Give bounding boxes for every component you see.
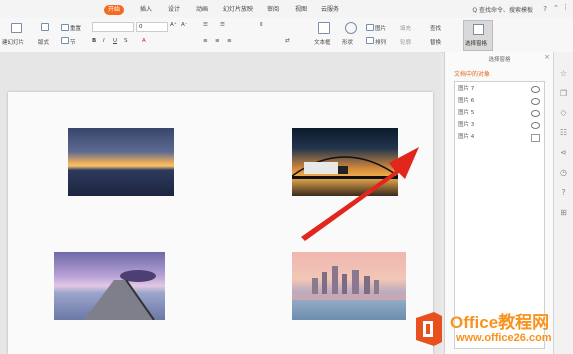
bullets-icon[interactable]: ☰ — [203, 22, 208, 28]
selection-pane-title: 选择窗格 — [488, 57, 511, 63]
reset-button[interactable]: 重置 — [70, 24, 81, 32]
section-button[interactable]: 节 — [70, 38, 76, 46]
tab-home[interactable]: 开始 — [104, 5, 125, 15]
help-icon[interactable]: ? — [543, 5, 547, 13]
object-name: 图片 4 — [458, 134, 475, 140]
selection-pane-icon — [473, 24, 484, 35]
tab-review[interactable]: 审阅 — [267, 5, 279, 15]
shape-icon[interactable]: ◇ — [559, 108, 568, 117]
red-arrow — [301, 147, 419, 241]
tab-cloud[interactable]: 云服务 — [321, 5, 339, 15]
replace-button[interactable]: 替换 — [430, 38, 441, 46]
picture-pier[interactable] — [54, 252, 165, 320]
minimize-icon[interactable]: ⌃ — [553, 4, 559, 12]
new-slide-button[interactable]: 建幻灯片 — [2, 38, 24, 46]
shape-button[interactable]: 形状 — [342, 38, 353, 46]
font-name-select[interactable] — [92, 22, 134, 32]
object-name: 图片 6 — [458, 98, 475, 104]
copy-icon[interactable]: ❐ — [559, 89, 568, 98]
align-center-icon[interactable]: ≡ — [215, 38, 220, 44]
tab-view[interactable]: 视图 — [295, 5, 307, 15]
text-direction-icon[interactable]: ⇄ — [285, 38, 290, 44]
grid-icon[interactable]: ⊞ — [559, 208, 568, 217]
font-shrink-button[interactable]: A⁻ — [181, 22, 188, 28]
fill-button[interactable]: 填充 — [400, 24, 411, 32]
align-left-icon[interactable]: ≡ — [203, 38, 208, 44]
previous-slide-area — [0, 52, 441, 90]
object-row[interactable]: 图片 4 — [458, 132, 542, 143]
star-icon[interactable]: ☆ — [559, 69, 568, 78]
layout-button[interactable]: 版式 — [38, 38, 49, 46]
picture-sunset[interactable] — [68, 128, 174, 196]
eye-icon[interactable] — [531, 86, 540, 93]
text-box-button[interactable]: 文本框 — [314, 38, 331, 46]
bold-button[interactable]: B — [92, 38, 96, 44]
picture-button[interactable]: 图片 — [375, 24, 386, 32]
tab-insert[interactable]: 插入 — [140, 5, 152, 15]
clock-icon[interactable]: ◷ — [559, 168, 568, 177]
objects-heading: 文档中的对象 — [454, 71, 491, 78]
slide-canvas[interactable] — [8, 92, 433, 354]
eye-icon[interactable] — [531, 122, 540, 129]
search-command[interactable]: Q 查找命令、搜索模板 — [472, 5, 533, 14]
pier-graphic — [84, 270, 156, 320]
shape-icon — [345, 22, 357, 34]
arrange-button[interactable]: 排列 — [375, 38, 386, 46]
watermark-url: www.office26.com — [456, 332, 552, 344]
eye-icon[interactable] — [531, 98, 540, 105]
tab-animation[interactable]: 动画 — [196, 5, 208, 15]
more-icon[interactable]: ⋮ — [562, 3, 569, 11]
close-icon[interactable]: × — [544, 53, 550, 61]
object-name: 图片 5 — [458, 110, 475, 116]
find-button[interactable]: 查找 — [430, 24, 441, 32]
align-right-icon[interactable]: ≡ — [227, 38, 232, 44]
picture-icon — [366, 24, 374, 31]
arrange-icon — [366, 37, 374, 44]
share-icon[interactable]: ⋖ — [559, 148, 568, 157]
selection-pane-button[interactable]: 选择窗格 — [463, 20, 493, 51]
object-row[interactable]: 图片 6 — [458, 96, 542, 107]
section-icon — [61, 37, 69, 44]
eye-icon[interactable] — [531, 110, 540, 117]
hidden-visibility-box[interactable] — [531, 134, 540, 142]
reset-icon — [61, 24, 69, 31]
help-icon[interactable]: ? — [559, 188, 568, 197]
watermark-logo: Office教程网 www.office26.com — [412, 306, 572, 352]
tab-design[interactable]: 设计 — [168, 5, 180, 15]
new-slide-icon[interactable] — [11, 23, 22, 33]
selection-pane-label: 选择窗格 — [465, 41, 488, 47]
object-row[interactable]: 图片 7 — [458, 84, 542, 95]
office-logo-icon — [416, 312, 442, 346]
numbering-icon[interactable]: ☰ — [220, 22, 225, 28]
object-row[interactable]: 图片 5 — [458, 108, 542, 119]
tab-slideshow[interactable]: 幻灯片放映 — [223, 5, 253, 15]
shadow-button[interactable]: S — [124, 38, 128, 44]
object-name: 图片 3 — [458, 122, 475, 128]
outline-button[interactable]: 轮廓 — [400, 38, 411, 46]
font-size-select[interactable]: 0 — [136, 22, 168, 32]
layout-icon — [41, 23, 49, 31]
font-grow-button[interactable]: A⁺ — [170, 22, 177, 28]
settings-icon[interactable]: ☷ — [559, 128, 568, 137]
line-spacing-icon[interactable]: ⇕ — [259, 22, 264, 28]
object-name: 图片 7 — [458, 86, 475, 92]
text-box-icon — [318, 22, 330, 34]
watermark-title: Office教程网 — [450, 313, 550, 332]
picture-city-skyline[interactable] — [292, 252, 406, 320]
underline-button[interactable]: U — [113, 38, 117, 44]
object-row[interactable]: 图片 3 — [458, 120, 542, 131]
italic-button[interactable]: I — [103, 38, 105, 44]
menu-bar: 开始 插入 设计 动画 幻灯片放映 审阅 视图 云服务 Q 查找命令、搜索模板 … — [0, 0, 573, 18]
font-color-button[interactable]: A — [142, 38, 146, 44]
skyline-graphic — [292, 266, 406, 300]
